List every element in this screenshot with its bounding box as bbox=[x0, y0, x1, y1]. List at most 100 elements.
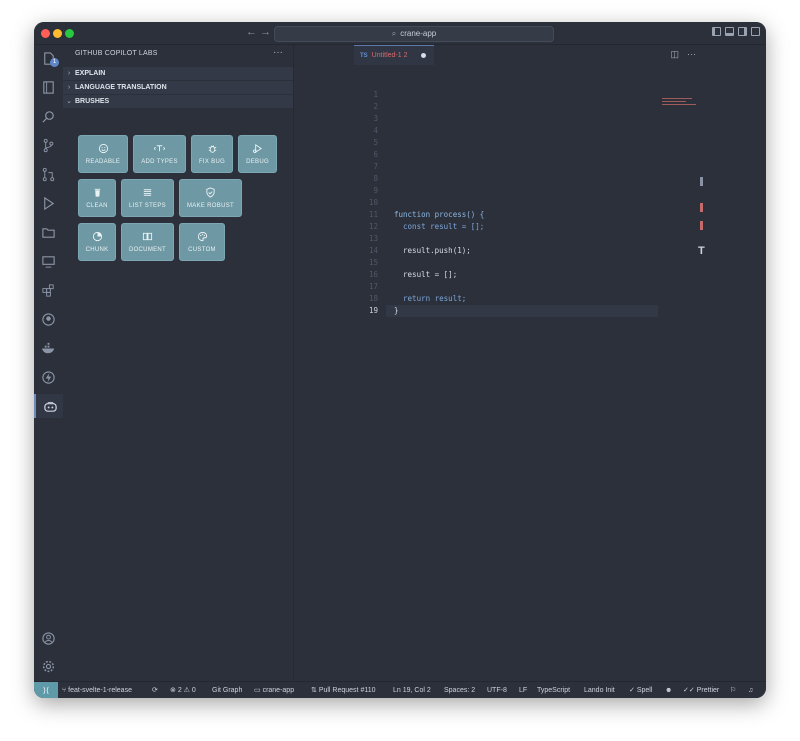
toggle-panel-icon[interactable] bbox=[725, 27, 734, 36]
folder-indicator[interactable]: ▭ crane-app bbox=[254, 682, 294, 698]
activity-thunder[interactable] bbox=[34, 365, 63, 389]
code-line: 18 return result; bbox=[368, 294, 467, 303]
feedback-icon[interactable]: ⚐ bbox=[730, 682, 736, 698]
brush-make-robust-button[interactable]: MAKE ROBUST bbox=[179, 179, 242, 217]
remote-icon: ⟩⟨ bbox=[42, 686, 50, 695]
forward-arrow-icon[interactable]: → bbox=[260, 26, 271, 38]
lando-init[interactable]: Lando Init bbox=[584, 682, 615, 698]
code-line: 11 function process() { bbox=[368, 210, 485, 219]
brush-fix-bug-button[interactable]: FIX BUG bbox=[191, 135, 233, 173]
brush-label: ADD TYPES bbox=[141, 159, 178, 165]
activity-explorer[interactable]: 1 bbox=[34, 46, 63, 70]
bug-icon bbox=[192, 143, 232, 154]
problems-indicator[interactable]: ⊗ 2 ⚠ 0 bbox=[170, 682, 196, 698]
activity-github[interactable] bbox=[34, 307, 63, 331]
editor-tab[interactable]: TS Untitled-1 2 bbox=[354, 45, 434, 65]
warning-icon: ⚠ bbox=[181, 687, 192, 694]
brush-label: CHUNK bbox=[85, 247, 109, 253]
sidebar-more-actions[interactable]: ··· bbox=[273, 47, 283, 58]
brush-chunk-button[interactable]: CHUNK bbox=[78, 223, 116, 261]
search-icon: ⌕ bbox=[391, 29, 397, 38]
account-icon bbox=[42, 631, 55, 645]
brush-list-steps-button[interactable]: LIST STEPS bbox=[121, 179, 174, 217]
pull-request-icon: ⇅ bbox=[311, 687, 319, 694]
copilot-status-icon[interactable]: ☻ bbox=[665, 682, 672, 698]
code-line: 14 result.push(1); bbox=[368, 246, 471, 255]
encoding[interactable]: UTF-8 bbox=[487, 682, 507, 698]
brush-readable-button[interactable]: READABLE bbox=[78, 135, 128, 173]
cursor-position[interactable]: Ln 19, Col 2 bbox=[393, 682, 431, 698]
end-of-line[interactable]: LF bbox=[519, 682, 527, 698]
title-bar: ← → ⌕ crane-app bbox=[34, 22, 766, 45]
indentation[interactable]: Spaces: 2 bbox=[444, 682, 475, 698]
book-icon bbox=[122, 231, 173, 242]
copilot-labs-sidebar: GITHUB COPILOT LABS ··· › EXPLAIN › LANGUA… bbox=[63, 45, 294, 681]
pull-request-indicator[interactable]: ⇅ Pull Request #110 bbox=[311, 682, 376, 698]
overview-ruler-marker bbox=[700, 177, 703, 186]
sidebar-title: GITHUB COPILOT LABS bbox=[75, 50, 158, 57]
customize-layout-icon[interactable] bbox=[751, 27, 760, 36]
activity-remote-explorer[interactable] bbox=[34, 249, 63, 273]
brush-label: READABLE bbox=[85, 159, 121, 165]
brush-label: CUSTOM bbox=[188, 247, 216, 253]
activity-manage[interactable] bbox=[34, 654, 63, 678]
brush-label: DOCUMENT bbox=[128, 247, 167, 253]
brush-add-types-button[interactable]: ADD TYPES bbox=[133, 135, 186, 173]
debug-icon bbox=[239, 143, 276, 154]
brush-custom-button[interactable]: CUSTOM bbox=[179, 223, 225, 261]
folder-icon: ▭ bbox=[254, 687, 263, 694]
toggle-sidebar-icon[interactable] bbox=[712, 27, 721, 36]
activity-docker[interactable] bbox=[34, 336, 63, 360]
docker-icon bbox=[41, 342, 55, 353]
section-label: BRUSHES bbox=[75, 98, 110, 105]
current-line-highlight bbox=[386, 305, 658, 317]
activity-search[interactable] bbox=[34, 104, 63, 128]
unsaved-dot-icon[interactable] bbox=[421, 53, 426, 58]
brush-clean-button[interactable]: CLEAN bbox=[78, 179, 116, 217]
section-label: EXPLAIN bbox=[75, 70, 106, 77]
close-window-button[interactable] bbox=[41, 29, 50, 38]
back-arrow-icon[interactable]: ← bbox=[246, 26, 257, 38]
minimize-window-button[interactable] bbox=[53, 29, 62, 38]
activity-source-control[interactable] bbox=[34, 133, 63, 157]
spell-checker[interactable]: ✓ Spell bbox=[629, 682, 652, 698]
command-center-text: crane-app bbox=[400, 29, 437, 38]
toggle-secondary-sidebar-icon[interactable] bbox=[738, 27, 747, 36]
remote-explorer-icon bbox=[42, 255, 55, 268]
branch-indicator[interactable]: ⑂ feat-svelte-1-release bbox=[62, 682, 132, 698]
section-brushes[interactable]: ⌄ BRUSHES bbox=[63, 95, 293, 108]
trash-icon bbox=[79, 187, 115, 198]
error-icon: ⊗ bbox=[170, 687, 178, 694]
language-mode[interactable]: TypeScript bbox=[537, 682, 570, 698]
command-center-search[interactable]: ⌕ crane-app bbox=[274, 26, 554, 42]
editor-actions: ◫ ··· bbox=[670, 49, 696, 60]
section-language-translation[interactable]: › LANGUAGE TRANSLATION bbox=[63, 81, 293, 94]
minimap[interactable] bbox=[662, 98, 698, 118]
type-icon bbox=[134, 143, 185, 154]
brush-label: CLEAN bbox=[86, 203, 108, 209]
split-editor-icon[interactable]: ◫ bbox=[670, 49, 679, 60]
more-actions-icon[interactable]: ··· bbox=[687, 49, 696, 60]
section-explain[interactable]: › EXPLAIN bbox=[63, 67, 293, 80]
remote-indicator[interactable]: ⟩⟨ bbox=[34, 682, 58, 698]
overview-ruler-error-marker bbox=[700, 203, 703, 212]
activity-accounts[interactable] bbox=[34, 626, 63, 650]
activity-pull-requests[interactable] bbox=[34, 162, 63, 186]
notifications-bell-icon[interactable]: ♫ bbox=[748, 682, 753, 698]
github-icon bbox=[42, 312, 55, 326]
sync-icon[interactable]: ⟳ bbox=[152, 682, 158, 698]
prettier-indicator[interactable]: ✓✓ Prettier bbox=[683, 682, 719, 698]
brush-debug-button[interactable]: DEBUG bbox=[238, 135, 277, 173]
maximize-window-button[interactable] bbox=[65, 29, 74, 38]
brush-document-button[interactable]: DOCUMENT bbox=[121, 223, 174, 261]
activity-folders[interactable] bbox=[34, 220, 63, 244]
code-line: 13 bbox=[368, 234, 378, 243]
chevron-right-icon: › bbox=[67, 70, 71, 77]
activity-run-debug[interactable] bbox=[34, 191, 63, 215]
activity-notebook[interactable] bbox=[34, 75, 63, 99]
activity-extensions[interactable] bbox=[34, 278, 63, 302]
activity-copilot-labs[interactable] bbox=[34, 394, 65, 418]
source-control-icon bbox=[43, 138, 54, 152]
git-graph-button[interactable]: Git Graph bbox=[212, 682, 242, 698]
typescript-icon: TS bbox=[360, 53, 368, 59]
